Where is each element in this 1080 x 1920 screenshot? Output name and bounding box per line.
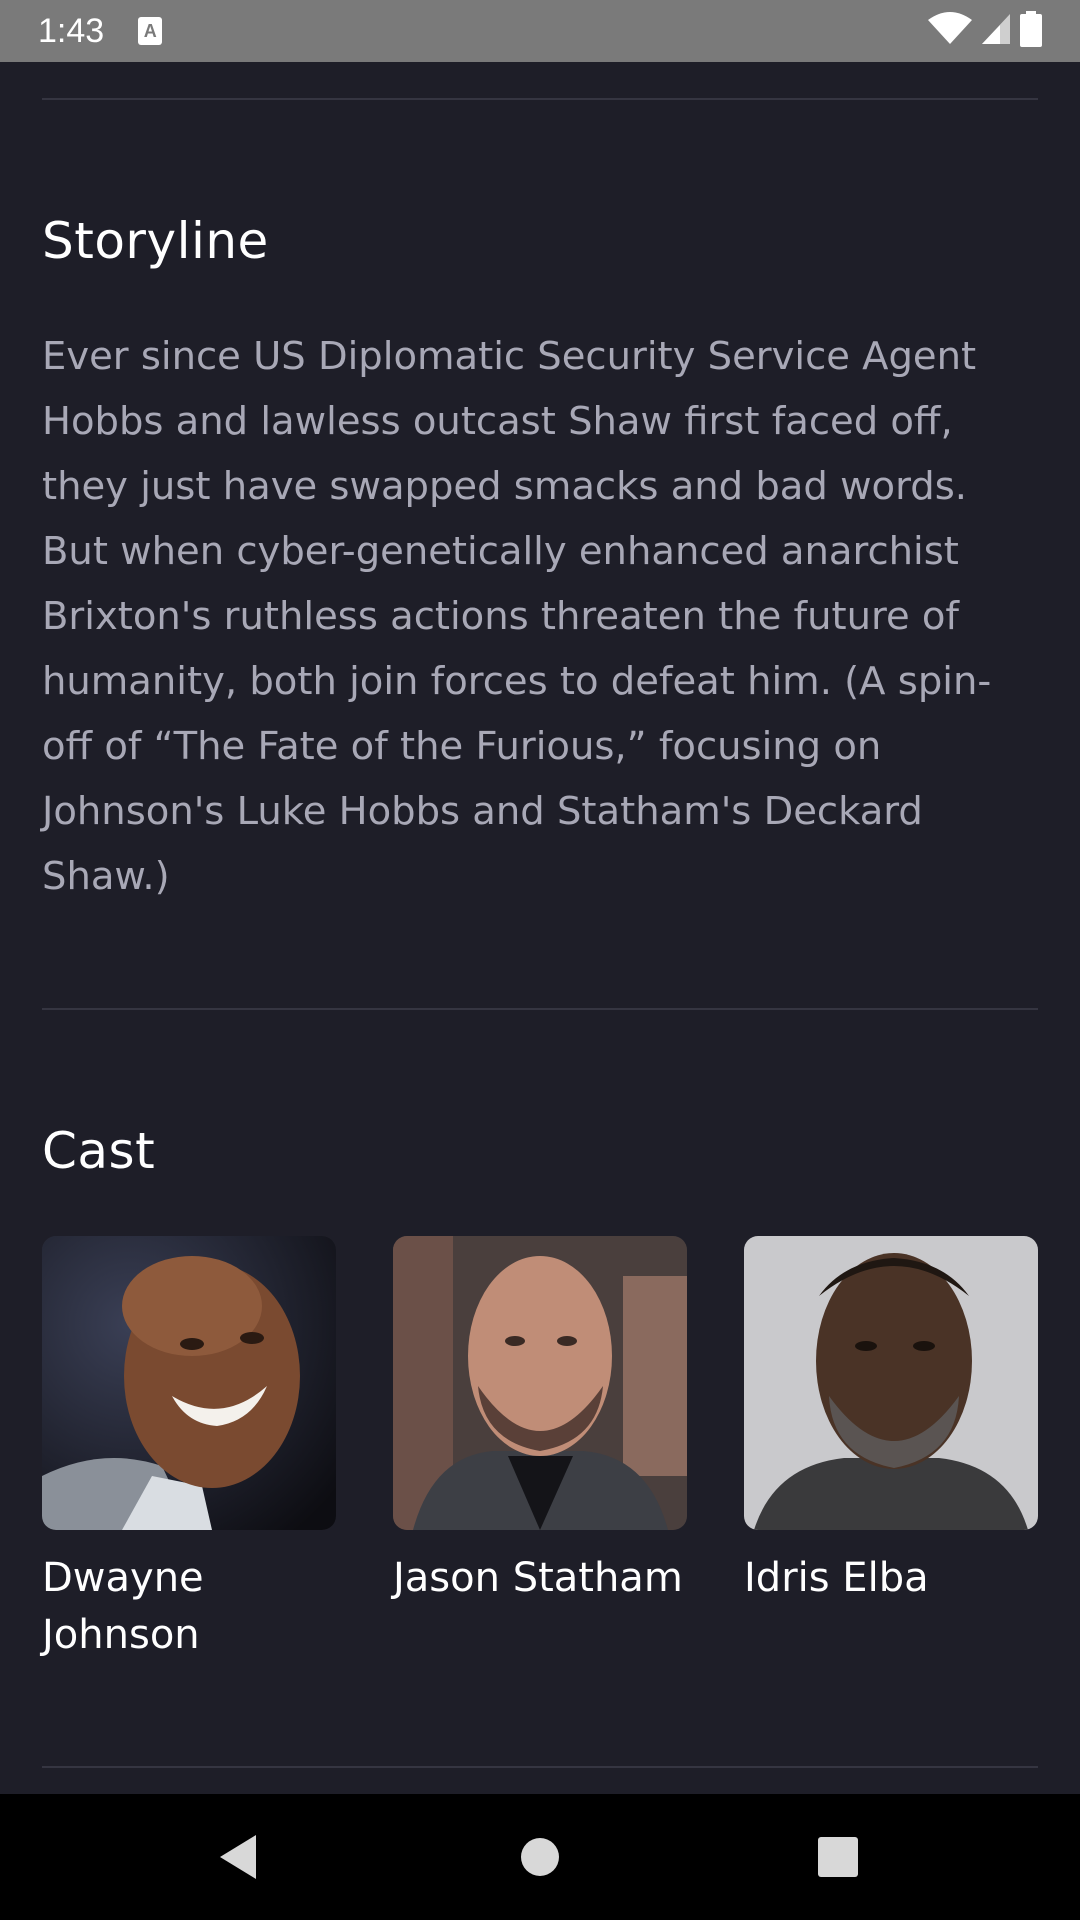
battery-icon bbox=[1020, 11, 1042, 51]
status-time: 1:43 bbox=[38, 11, 105, 50]
cast-title: Cast bbox=[42, 1122, 156, 1180]
divider bbox=[42, 1766, 1038, 1768]
portrait-dwayne-johnson[interactable] bbox=[42, 1236, 336, 1530]
cast-name: Idris Elba bbox=[744, 1555, 929, 1601]
navigation-bar bbox=[0, 1794, 1080, 1920]
divider bbox=[42, 1008, 1038, 1010]
cast-card-idris-elba[interactable]: Idris Elba bbox=[744, 1236, 1038, 1607]
storyline-title: Storyline bbox=[42, 212, 269, 270]
recents-icon[interactable] bbox=[788, 1807, 888, 1907]
cast-card-dwayne-johnson[interactable]: Dwayne Johnson bbox=[42, 1236, 336, 1664]
back-icon[interactable] bbox=[188, 1807, 288, 1907]
cast-name: Jason Statham bbox=[393, 1555, 683, 1601]
status-bar: 1:43 A bbox=[0, 0, 1080, 62]
status-icons bbox=[928, 11, 1042, 51]
movie-details-content[interactable]: Storyline Ever since US Diplomatic Secur… bbox=[0, 62, 1080, 1794]
wifi-icon bbox=[928, 12, 972, 50]
home-icon[interactable] bbox=[490, 1807, 590, 1907]
storyline-text: Ever since US Diplomatic Security Servic… bbox=[42, 334, 992, 899]
cast-list[interactable]: Dwayne Johnson Jason Statham Idris Elba bbox=[42, 1236, 1038, 1666]
portrait-idris-elba[interactable] bbox=[744, 1236, 1038, 1530]
divider bbox=[42, 98, 1038, 100]
portrait-jason-statham[interactable] bbox=[393, 1236, 687, 1530]
text-a-icon: A bbox=[138, 17, 163, 45]
cast-card-jason-statham[interactable]: Jason Statham bbox=[393, 1236, 687, 1607]
signal-icon bbox=[980, 12, 1012, 50]
cast-name: Dwayne Johnson bbox=[42, 1555, 204, 1658]
